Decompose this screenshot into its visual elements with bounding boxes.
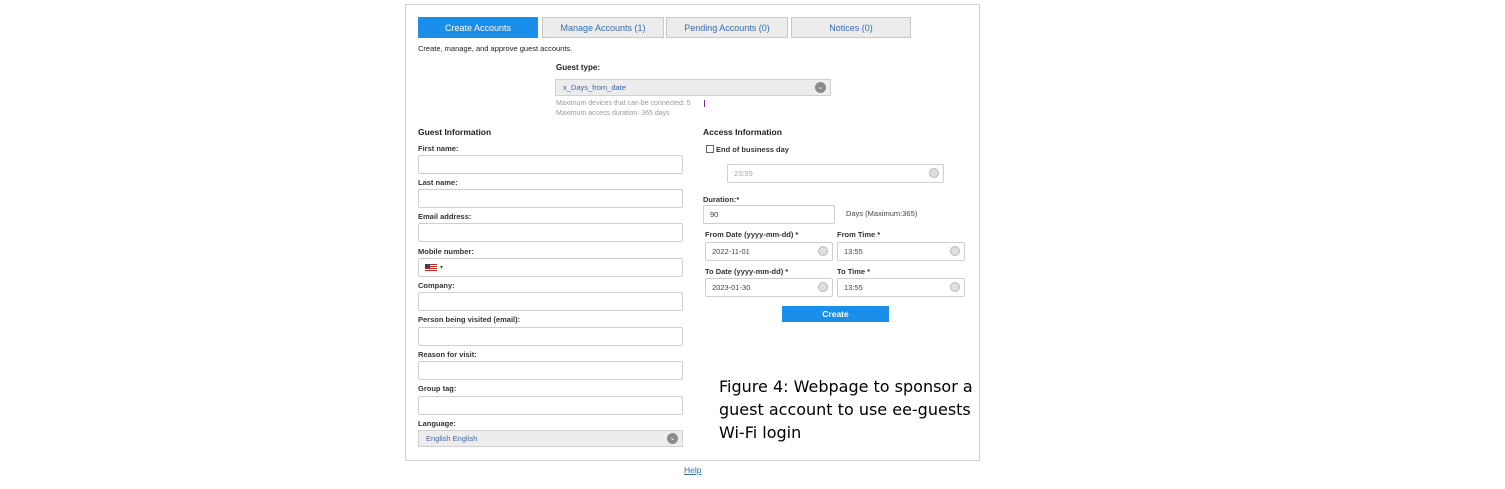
mobile-label: Mobile number: (418, 247, 474, 256)
last-name-label: Last name: (418, 178, 458, 187)
guest-type-select[interactable]: x_Days_from_date ⌄ (555, 79, 831, 96)
calendar-icon[interactable] (818, 246, 828, 256)
from-date-value: 2022-11-01 (712, 247, 750, 256)
guest-type-value: x_Days_from_date (563, 83, 626, 92)
to-date-field[interactable]: 2023-01-30 (705, 278, 833, 297)
company-field[interactable] (418, 292, 683, 311)
person-visited-label: Person being visited (email): (418, 315, 521, 324)
duration-hint: Days (Maximum:365) (846, 209, 918, 218)
from-date-field[interactable]: 2022-11-01 (705, 242, 833, 261)
max-devices-note: Maximum devices that can be connected: 5 (556, 100, 691, 107)
chevron-down-icon: ⌄ (815, 82, 826, 93)
reason-field[interactable] (418, 361, 683, 380)
duration-field[interactable]: 90 (703, 205, 835, 224)
first-name-field[interactable] (418, 155, 683, 174)
tab-pending-accounts[interactable]: Pending Accounts (0) (666, 17, 788, 38)
max-duration-note: Maximum access duration: 365 days (556, 110, 670, 117)
company-label: Company: (418, 281, 455, 290)
language-label: Language: (418, 419, 456, 428)
to-time-field[interactable]: 13:55 (837, 278, 965, 297)
group-tag-label: Group tag: (418, 384, 457, 393)
mobile-field[interactable]: ▾ (418, 258, 683, 277)
help-link[interactable]: Help (684, 465, 701, 475)
from-date-label: From Date (yyyy-mm-dd) * (705, 230, 799, 239)
calendar-icon[interactable] (818, 282, 828, 292)
end-time-value: 23:59 (734, 169, 753, 178)
chevron-down-icon: ⌄ (667, 433, 678, 444)
guest-type-label: Guest type: (556, 63, 601, 72)
from-time-value: 13:55 (844, 247, 863, 256)
last-name-field[interactable] (418, 189, 683, 208)
to-time-value: 13:55 (844, 283, 863, 292)
figure-caption: Figure 4: Webpage to sponsor a guest acc… (719, 377, 973, 442)
from-time-field[interactable]: 13:55 (837, 242, 965, 261)
person-visited-field[interactable] (418, 327, 683, 346)
clock-icon[interactable] (929, 168, 939, 178)
duration-value: 90 (710, 210, 719, 219)
tab-create-accounts[interactable]: Create Accounts (418, 17, 538, 38)
to-date-label: To Date (yyyy-mm-dd) * (705, 267, 789, 276)
end-of-day-label: End of business day (716, 145, 789, 154)
email-field[interactable] (418, 223, 683, 242)
us-flag-icon[interactable] (425, 264, 437, 271)
clock-icon[interactable] (950, 282, 960, 292)
email-label: Email address: (418, 212, 472, 221)
caret-down-icon[interactable]: ▾ (440, 264, 443, 271)
to-time-label: To Time * (837, 267, 871, 276)
from-time-label: From Time * (837, 230, 881, 239)
clock-icon[interactable] (950, 246, 960, 256)
language-value: English English (426, 434, 478, 443)
tab-manage-accounts[interactable]: Manage Accounts (1) (542, 17, 664, 38)
to-date-value: 2023-01-30 (712, 283, 751, 292)
reason-label: Reason for visit: (418, 350, 477, 359)
end-of-day-checkbox[interactable] (706, 145, 714, 153)
access-info-header: Access Information (703, 127, 782, 137)
first-name-label: First name: (418, 144, 459, 153)
create-button[interactable]: Create (782, 306, 889, 322)
duration-label: Duration:* (703, 195, 740, 204)
group-tag-field[interactable] (418, 396, 683, 415)
end-time-field[interactable]: 23:59 (727, 164, 944, 183)
guest-info-header: Guest Information (418, 127, 492, 137)
tab-notices[interactable]: Notices (0) (791, 17, 911, 38)
text-cursor (704, 100, 705, 107)
language-select[interactable]: English English ⌄ (418, 430, 683, 447)
page-subtitle: Create, manage, and approve guest accoun… (418, 44, 573, 53)
